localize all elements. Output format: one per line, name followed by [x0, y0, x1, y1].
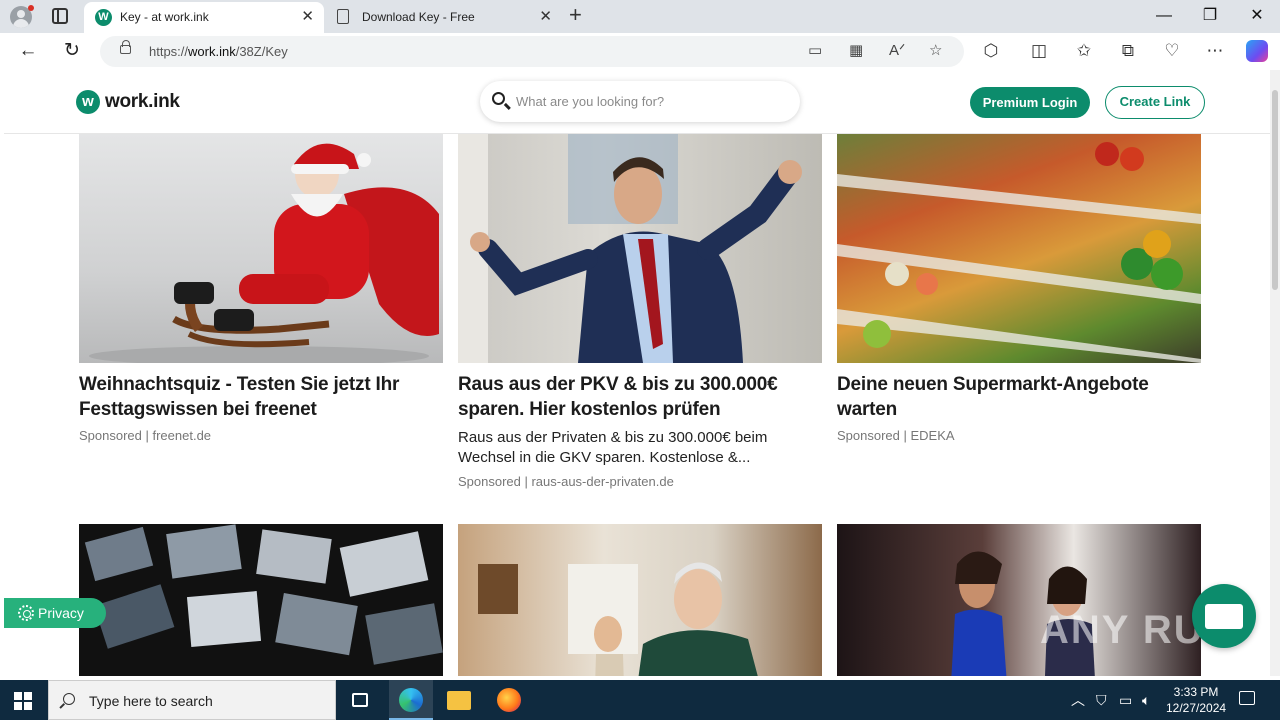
card-sponsor[interactable]: Sponsored | raus-aus-der-privaten.de [458, 474, 822, 489]
sponsored-card[interactable] [458, 524, 822, 676]
clock-date: 12/27/2024 [1166, 701, 1227, 715]
gear-icon [18, 605, 34, 621]
search-input[interactable] [516, 91, 786, 111]
page-scrollbar[interactable] [1270, 70, 1280, 676]
tab-actions-icon[interactable] [52, 8, 68, 24]
tab-strip: W Key - at work.ink ✕ Download Key - Fre… [0, 0, 1280, 33]
close-window-icon[interactable]: ✕ [1247, 6, 1267, 26]
site-header: w work.ink Premium Login Create Link [4, 70, 1270, 134]
supermarket-illustration [837, 142, 1201, 363]
card-sponsor[interactable]: Sponsored | EDEKA [837, 428, 1201, 443]
site-logo-text[interactable]: work.ink [105, 91, 180, 113]
taskbar: Type here to search ︿ ⛉ ▭ 🔈︎ 3:33 PM 12/… [0, 680, 1280, 720]
file-explorer-icon[interactable] [447, 691, 471, 710]
app-available-icon[interactable]: ▭ [808, 42, 822, 60]
qr-code-icon[interactable]: ▦ [849, 42, 863, 60]
page-icon [337, 9, 349, 24]
close-tab-icon[interactable]: ✕ [539, 8, 552, 25]
tab-download-key[interactable]: Download Key - Free ✕ [326, 2, 562, 33]
url-text[interactable]: https://work.ink/38Z/Key [149, 44, 288, 59]
create-link-button[interactable]: Create Link [1105, 86, 1205, 119]
lock-icon[interactable] [120, 40, 131, 54]
extensions-icon[interactable]: ⬡ [980, 41, 1002, 61]
firefox-icon[interactable] [497, 688, 521, 712]
site-search[interactable] [480, 81, 800, 122]
split-screen-icon[interactable]: ◫ [1028, 41, 1050, 61]
web-page: w work.ink Premium Login Create Link [4, 70, 1270, 676]
workink-logo-icon[interactable]: w [76, 90, 100, 114]
task-view-icon[interactable] [352, 693, 368, 707]
businessman-image[interactable] [458, 134, 822, 363]
favorites-icon[interactable]: ✩ [1073, 41, 1095, 61]
santa-illustration [89, 143, 439, 363]
premium-login-button[interactable]: Premium Login [970, 87, 1090, 118]
minimize-icon[interactable]: — [1154, 6, 1174, 26]
dancing-crowd-image[interactable] [837, 524, 1201, 676]
tab-key-workink[interactable]: W Key - at work.ink ✕ [84, 2, 324, 33]
sponsored-card[interactable]: Weihnachtsquiz - Testen Sie jetzt Ihr Fe… [79, 134, 443, 443]
navigation-bar: ← ↻ https://work.ink/38Z/Key ▭ ▦ Aᐟ ☆ ⬡ … [0, 33, 1280, 70]
back-icon[interactable]: ← [16, 39, 40, 63]
refresh-icon[interactable]: ↻ [60, 39, 84, 63]
network-icon[interactable]: ▭ [1119, 691, 1132, 709]
copilot-icon[interactable] [1246, 40, 1268, 62]
browser-essentials-icon[interactable]: ♡ [1161, 41, 1183, 61]
read-aloud-icon[interactable]: Aᐟ [889, 42, 905, 60]
card-sponsor[interactable]: Sponsored | freenet.de [79, 428, 443, 443]
privacy-label: Privacy [38, 605, 84, 621]
favorite-star-icon[interactable]: ☆ [929, 42, 942, 60]
sponsored-card[interactable] [79, 524, 443, 676]
sponsored-card[interactable]: Deine neuen Supermarkt-Angebote warten S… [837, 134, 1201, 443]
taskbar-search-placeholder: Type here to search [89, 693, 213, 709]
elderly-man-illustration [478, 562, 758, 676]
card-headline[interactable]: Weihnachtsquiz - Testen Sie jetzt Ihr Fe… [79, 372, 443, 422]
notifications-icon[interactable] [1239, 691, 1255, 705]
address-bar[interactable]: https://work.ink/38Z/Key ▭ ▦ Aᐟ ☆ [100, 36, 964, 67]
workink-favicon-icon: W [95, 9, 112, 26]
sponsored-card[interactable]: Raus aus der PKV & bis zu 300.000€ spare… [458, 134, 822, 489]
show-hidden-icons-icon[interactable]: ︿ [1071, 691, 1085, 709]
supermarket-image[interactable] [837, 134, 1201, 363]
card-headline[interactable]: Raus aus der PKV & bis zu 300.000€ spare… [458, 372, 822, 422]
edge-browser-icon[interactable] [399, 688, 423, 712]
businessman-illustration [458, 134, 802, 363]
clock-time: 3:33 PM [1173, 685, 1219, 699]
video-wall-image[interactable] [79, 524, 443, 676]
dancing-crowd-illustration [951, 551, 1095, 676]
card-headline[interactable]: Deine neuen Supermarkt-Angebote warten [837, 372, 1201, 422]
more-options-icon[interactable]: ⋯ [1204, 41, 1226, 61]
elderly-man-image[interactable] [458, 524, 822, 676]
close-tab-icon[interactable]: ✕ [301, 8, 314, 25]
search-icon [63, 693, 75, 705]
card-description[interactable]: Raus aus der Privaten & bis zu 300.000€ … [458, 428, 822, 468]
taskbar-clock[interactable]: 3:33 PM 12/27/2024 [1166, 684, 1226, 716]
new-tab-icon[interactable]: + [569, 3, 582, 27]
collections-icon[interactable]: ⧉ [1117, 41, 1139, 61]
santa-image[interactable] [79, 134, 443, 363]
windows-start-icon[interactable] [14, 692, 32, 710]
security-icon[interactable]: ⛉ [1096, 691, 1107, 709]
volume-icon[interactable]: 🔈︎ [1142, 691, 1150, 709]
privacy-button[interactable]: Privacy [4, 598, 106, 628]
taskbar-search[interactable]: Type here to search [48, 680, 336, 720]
search-icon [492, 92, 505, 105]
notification-dot-icon [28, 5, 34, 11]
sponsored-card[interactable] [837, 524, 1201, 676]
chat-button[interactable] [1192, 584, 1256, 648]
restore-icon[interactable]: ❐ [1200, 6, 1220, 26]
tab-title: Download Key - Free [362, 10, 475, 24]
tab-title: Key - at work.ink [120, 10, 209, 24]
scrollbar-thumb[interactable] [1272, 90, 1278, 290]
video-wall-illustration [84, 524, 443, 665]
